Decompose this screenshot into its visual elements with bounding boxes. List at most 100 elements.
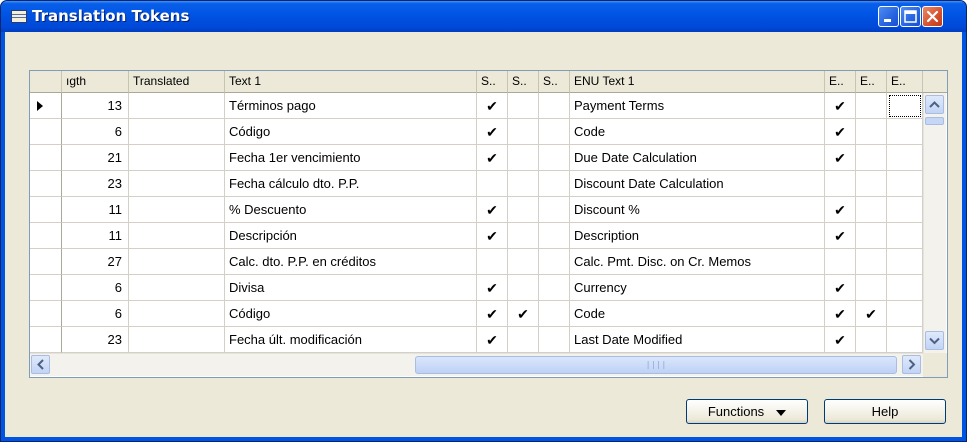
e3-checkmark[interactable] — [887, 119, 923, 145]
row-selector[interactable] — [30, 119, 62, 145]
functions-menu-button[interactable]: Functions — [686, 399, 808, 424]
header-e1[interactable]: E.. — [825, 71, 856, 93]
translated-cell[interactable] — [129, 171, 225, 197]
row-selector[interactable] — [30, 145, 62, 171]
s2-checkmark[interactable] — [508, 93, 539, 119]
s2-checkmark[interactable] — [508, 145, 539, 171]
s1-checkmark[interactable]: ✔ — [477, 223, 508, 249]
e2-checkmark[interactable]: ✔ — [856, 301, 887, 327]
tokens-grid[interactable]: ıgth Translated Text 1 S.. S.. S.. ENU T… — [29, 70, 948, 378]
enu-text-1-cell[interactable]: Discount % — [570, 197, 825, 223]
e3-checkmark[interactable] — [887, 301, 923, 327]
translated-cell[interactable] — [129, 145, 225, 171]
e1-checkmark[interactable]: ✔ — [825, 301, 856, 327]
table-row[interactable]: 11 Descripción ✔ Description ✔ — [30, 223, 923, 249]
enu-text-1-cell[interactable]: Due Date Calculation — [570, 145, 825, 171]
text-1-cell[interactable]: Calc. dto. P.P. en créditos — [225, 249, 477, 275]
scroll-left-button[interactable] — [31, 355, 50, 374]
horizontal-scrollbar[interactable]: | | | | — [30, 353, 923, 376]
s2-checkmark[interactable]: ✔ — [508, 301, 539, 327]
e1-checkmark[interactable]: ✔ — [825, 223, 856, 249]
table-row[interactable]: 27 Calc. dto. P.P. en créditos Calc. Pmt. … — [30, 249, 923, 275]
e3-checkmark[interactable] — [887, 223, 923, 249]
minimize-button[interactable] — [878, 6, 899, 27]
text-1-cell[interactable]: Código — [225, 301, 477, 327]
header-translated[interactable]: Translated — [129, 71, 225, 93]
row-selector[interactable] — [30, 327, 62, 353]
s1-checkmark[interactable]: ✔ — [477, 275, 508, 301]
row-selector[interactable] — [30, 197, 62, 223]
translated-cell[interactable] — [129, 249, 225, 275]
help-button[interactable]: Help — [824, 399, 946, 424]
row-selector[interactable] — [30, 93, 62, 119]
translated-cell[interactable] — [129, 197, 225, 223]
s2-checkmark[interactable] — [508, 171, 539, 197]
text-1-cell[interactable]: Divisa — [225, 275, 477, 301]
header-length[interactable]: ıgth — [62, 71, 129, 93]
translated-cell[interactable] — [129, 275, 225, 301]
e2-checkmark[interactable] — [856, 327, 887, 353]
text-1-cell[interactable]: % Descuento — [225, 197, 477, 223]
row-selector[interactable] — [30, 249, 62, 275]
s1-checkmark[interactable]: ✔ — [477, 301, 508, 327]
s1-checkmark[interactable]: ✔ — [477, 145, 508, 171]
s3-checkmark[interactable] — [539, 327, 570, 353]
s2-checkmark[interactable] — [508, 223, 539, 249]
s2-checkmark[interactable] — [508, 249, 539, 275]
s2-checkmark[interactable] — [508, 119, 539, 145]
e2-checkmark[interactable] — [856, 171, 887, 197]
enu-text-1-cell[interactable]: Currency — [570, 275, 825, 301]
s3-checkmark[interactable] — [539, 171, 570, 197]
maximize-button[interactable] — [900, 6, 921, 27]
title-bar[interactable]: Translation Tokens — [1, 1, 966, 32]
e1-checkmark[interactable] — [825, 249, 856, 275]
length-cell[interactable]: 6 — [62, 119, 129, 145]
s3-checkmark[interactable] — [539, 223, 570, 249]
s1-checkmark[interactable]: ✔ — [477, 327, 508, 353]
header-text-1[interactable]: Text 1 — [225, 71, 477, 93]
s3-checkmark[interactable] — [539, 249, 570, 275]
e1-checkmark[interactable]: ✔ — [825, 197, 856, 223]
s1-checkmark[interactable] — [477, 249, 508, 275]
length-cell[interactable]: 6 — [62, 301, 129, 327]
s3-checkmark[interactable] — [539, 301, 570, 327]
e2-checkmark[interactable] — [856, 145, 887, 171]
e1-checkmark[interactable]: ✔ — [825, 145, 856, 171]
length-cell[interactable]: 11 — [62, 197, 129, 223]
enu-text-1-cell[interactable]: Calc. Pmt. Disc. on Cr. Memos — [570, 249, 825, 275]
horizontal-scroll-thumb[interactable]: | | | | — [415, 356, 897, 374]
e1-checkmark[interactable]: ✔ — [825, 93, 856, 119]
s1-checkmark[interactable] — [477, 171, 508, 197]
table-row[interactable]: 6 Código ✔ ✔ Code ✔ ✔ — [30, 301, 923, 327]
row-selector[interactable] — [30, 275, 62, 301]
e3-checkmark[interactable] — [887, 197, 923, 223]
e2-checkmark[interactable] — [856, 93, 887, 119]
e2-checkmark[interactable] — [856, 119, 887, 145]
s1-checkmark[interactable]: ✔ — [477, 119, 508, 145]
length-cell[interactable]: 27 — [62, 249, 129, 275]
s1-checkmark[interactable]: ✔ — [477, 93, 508, 119]
length-cell[interactable]: 23 — [62, 171, 129, 197]
table-row[interactable]: 21 Fecha 1er vencimiento ✔ Due Date Calcula… — [30, 145, 923, 171]
table-row[interactable]: 6 Código ✔ Code ✔ — [30, 119, 923, 145]
scroll-up-button[interactable] — [925, 95, 944, 114]
e3-checkmark[interactable] — [887, 145, 923, 171]
e2-checkmark[interactable] — [856, 197, 887, 223]
e3-checkmark[interactable] — [887, 275, 923, 301]
text-1-cell[interactable]: Términos pago — [225, 93, 477, 119]
close-button[interactable] — [922, 6, 943, 27]
length-cell[interactable]: 6 — [62, 275, 129, 301]
e2-checkmark[interactable] — [856, 249, 887, 275]
enu-text-1-cell[interactable]: Code — [570, 119, 825, 145]
length-cell[interactable]: 23 — [62, 327, 129, 353]
s3-checkmark[interactable] — [539, 197, 570, 223]
table-row[interactable]: 23 Fecha últ. modificación ✔ Last Date Modi… — [30, 327, 923, 353]
s2-checkmark[interactable] — [508, 327, 539, 353]
vertical-scrollbar[interactable] — [923, 93, 946, 353]
table-row[interactable]: 13 Términos pago ✔ Payment Terms ✔ — [30, 93, 923, 119]
translated-cell[interactable] — [129, 119, 225, 145]
table-row[interactable]: 11% Descuento ✔ Discount % ✔ — [30, 197, 923, 223]
text-1-cell[interactable]: Fecha 1er vencimiento — [225, 145, 477, 171]
e3-checkmark[interactable] — [887, 171, 923, 197]
translated-cell[interactable] — [129, 223, 225, 249]
